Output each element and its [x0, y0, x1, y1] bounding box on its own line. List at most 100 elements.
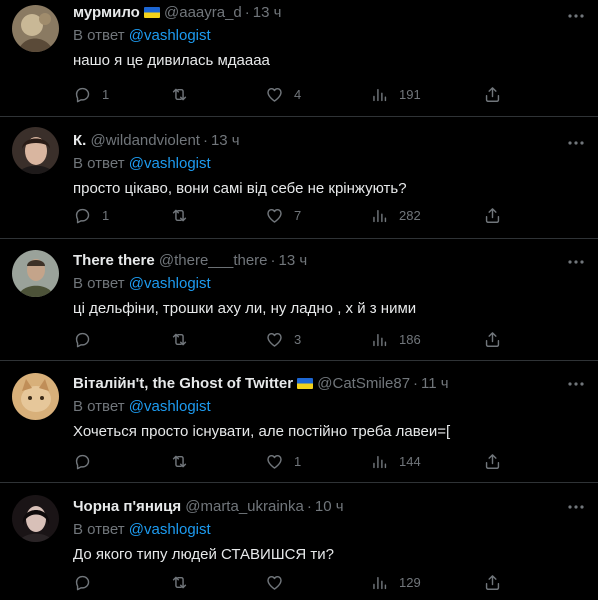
ukraine-flag-icon	[297, 378, 314, 389]
display-name[interactable]: There there	[73, 252, 155, 269]
views-button[interactable]: 186	[370, 329, 421, 349]
view-count: 129	[399, 574, 421, 590]
share-icon	[485, 331, 500, 347]
tweet-text: нашо я це дивилась мдаааа	[73, 52, 270, 69]
avatar[interactable]	[12, 495, 59, 542]
views-icon	[373, 576, 387, 589]
replying-to: В ответ @vashlogist	[73, 520, 586, 540]
like-count: 4	[294, 86, 302, 102]
reply-prefix: В ответ	[73, 155, 125, 172]
views-button[interactable]: 282	[370, 205, 421, 225]
reply-tweet[interactable]: Чорна п'яниця @marta_ukrainka · 10 ч В отв…	[0, 483, 598, 600]
views-button[interactable]: 191	[370, 84, 421, 104]
tweet-text: ці дельфіни, трошки аху ли, ну ладно , х…	[73, 300, 417, 317]
tweet-actions: 129	[73, 572, 513, 592]
reply-icon	[75, 454, 90, 469]
avatar[interactable]	[12, 373, 59, 420]
display-name[interactable]: Чорна п'яниця	[73, 498, 181, 515]
timestamp[interactable]: 10 ч	[315, 498, 344, 515]
like-button[interactable]: 7	[265, 205, 301, 225]
reply-tweet[interactable]: There there @there___there · 13 ч В ответ …	[0, 239, 598, 361]
user-handle[interactable]: @there___there	[159, 252, 268, 269]
reply-tweet[interactable]: Віталійн't, the Ghost of Twitter @CatSmi…	[0, 361, 598, 483]
share-button[interactable]	[483, 451, 502, 471]
more-icon[interactable]	[566, 133, 586, 153]
more-icon[interactable]	[566, 497, 586, 517]
reply-mention-link[interactable]: @vashlogist	[129, 398, 211, 415]
tweet-header: мурмило @aaayra_d · 13 ч	[73, 0, 586, 26]
like-button[interactable]	[265, 572, 294, 592]
timestamp[interactable]: 13 ч	[279, 252, 308, 269]
more-icon[interactable]	[566, 374, 586, 394]
share-button[interactable]	[483, 572, 502, 592]
timestamp[interactable]: 13 ч	[253, 4, 282, 21]
retweet-button[interactable]	[170, 572, 199, 592]
reply-mention-link[interactable]: @vashlogist	[129, 521, 211, 538]
views-icon	[373, 88, 387, 101]
reply-button[interactable]	[73, 451, 102, 471]
retweet-button[interactable]	[170, 205, 199, 225]
reply-mention-link[interactable]: @vashlogist	[129, 27, 211, 44]
replying-to: В ответ @vashlogist	[73, 274, 586, 294]
display-name[interactable]: К.	[73, 132, 86, 149]
views-button[interactable]: 129	[370, 572, 421, 592]
avatar[interactable]	[12, 5, 59, 52]
tweet-text: просто цікаво, вони самі від себе не крі…	[73, 180, 407, 197]
tweet-body: There there @there___there · 13 ч В ответ …	[73, 248, 586, 320]
share-icon	[485, 207, 500, 223]
timestamp[interactable]: 11 ч	[421, 375, 449, 392]
like-button[interactable]: 4	[265, 84, 301, 104]
more-icon[interactable]	[566, 6, 586, 26]
reply-button[interactable]: 1	[73, 205, 109, 225]
views-icon	[373, 333, 387, 346]
separator-dot: ·	[202, 132, 208, 149]
user-handle[interactable]: @wildandviolent	[91, 132, 200, 149]
retweet-icon	[172, 88, 187, 100]
retweet-button[interactable]	[170, 84, 199, 104]
heart-icon	[267, 208, 282, 223]
user-handle[interactable]: @marta_ukrainka	[185, 498, 304, 515]
tweet-body: К. @wildandviolent · 13 ч В ответ @vashlog…	[73, 128, 586, 200]
user-handle[interactable]: @CatSmile87	[317, 375, 410, 392]
share-icon	[485, 574, 500, 590]
reply-prefix: В ответ	[73, 275, 125, 292]
replying-to: В ответ @vashlogist	[73, 26, 586, 46]
tweet-header: Чорна п'яниця @marta_ukrainka · 10 ч	[73, 494, 586, 520]
like-button[interactable]: 3	[265, 329, 301, 349]
share-button[interactable]	[483, 329, 502, 349]
retweet-icon	[172, 209, 187, 221]
share-button[interactable]	[483, 84, 502, 104]
reply-button[interactable]: 1	[73, 84, 109, 104]
reply-prefix: В ответ	[73, 398, 125, 415]
separator-dot: ·	[270, 252, 276, 269]
reply-mention-link[interactable]: @vashlogist	[129, 155, 211, 172]
reply-prefix: В ответ	[73, 27, 125, 44]
display-name[interactable]: Віталійн't, the Ghost of Twitter	[73, 375, 293, 392]
retweet-button[interactable]	[170, 451, 199, 471]
share-button[interactable]	[483, 205, 502, 225]
views-button[interactable]: 144	[370, 451, 421, 471]
avatar[interactable]	[12, 127, 59, 174]
retweet-icon	[172, 333, 187, 345]
retweet-icon	[172, 455, 187, 467]
replying-to: В ответ @vashlogist	[73, 397, 586, 417]
view-count: 186	[399, 331, 421, 347]
reply-tweet[interactable]: К. @wildandviolent · 13 ч В ответ @vashlog…	[0, 117, 598, 239]
display-name[interactable]: мурмило	[73, 4, 140, 21]
view-count: 282	[399, 207, 421, 223]
user-handle[interactable]: @aaayra_d	[164, 4, 242, 21]
tweet-header: There there @there___there · 13 ч	[73, 248, 586, 274]
separator-dot: ·	[306, 498, 312, 515]
reply-icon	[75, 87, 90, 102]
reply-count: 1	[102, 207, 110, 223]
reply-tweet[interactable]: мурмило @aaayra_d · 13 ч В ответ @vashlogi…	[0, 0, 598, 117]
retweet-button[interactable]	[170, 329, 199, 349]
reply-button[interactable]	[73, 329, 102, 349]
reply-mention-link[interactable]: @vashlogist	[129, 275, 211, 292]
avatar[interactable]	[12, 250, 59, 297]
more-icon[interactable]	[566, 252, 586, 272]
tweet-text: До якого типу людей СТАВИШСЯ ти?	[73, 546, 334, 563]
like-button[interactable]: 1	[265, 451, 301, 471]
timestamp[interactable]: 13 ч	[211, 132, 240, 149]
reply-button[interactable]	[73, 572, 102, 592]
